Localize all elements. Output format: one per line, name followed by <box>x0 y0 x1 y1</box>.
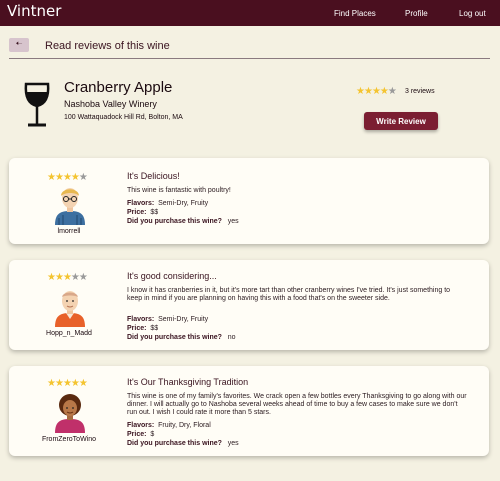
divider <box>9 58 490 59</box>
avatar <box>55 394 85 433</box>
review-flavors: Flavors: Fruity, Dry, Floral <box>127 422 211 429</box>
star-icon: ★ <box>379 86 389 97</box>
reviews-count: 3 reviews <box>405 88 435 95</box>
avatar <box>55 291 85 327</box>
price-value: $ <box>150 431 155 438</box>
review-body: This wine is fantastic with poultry! <box>127 187 231 194</box>
review-price: Price: $ <box>127 431 154 438</box>
nav-find-places[interactable]: Find Places <box>334 9 376 18</box>
wine-glass-icon <box>24 82 50 127</box>
review-purchased: Did you purchase this wine? yes <box>127 440 239 447</box>
write-review-button[interactable]: Write Review <box>364 112 438 130</box>
review-price: Price: $$ <box>127 325 158 332</box>
avatar <box>55 188 85 225</box>
star-icon: ★ <box>387 86 397 97</box>
top-nav-bar: Vintner Find Places Profile Log out <box>0 0 500 26</box>
back-button[interactable]: 🠠 <box>9 38 29 52</box>
review-body: I know it has cranberries in it, but it'… <box>127 287 451 302</box>
star-icon: ★ <box>62 378 72 389</box>
brand-logo[interactable]: Vintner <box>7 2 61 20</box>
review-title: It's Delicious! <box>127 171 180 181</box>
purchased-label: Did you purchase this wine? <box>127 218 222 225</box>
review-rating-stars: ★★★★★ <box>47 378 88 389</box>
price-label: Price: <box>127 209 147 216</box>
purchased-value: yes <box>227 218 239 225</box>
review-username[interactable]: lmorrell <box>9 228 129 235</box>
review-price: Price: $$ <box>127 209 158 216</box>
arrow-left-icon: 🠠 <box>15 39 23 48</box>
review-purchased: Did you purchase this wine? no <box>127 334 236 341</box>
star-icon: ★ <box>62 172 72 183</box>
review-card: ★★★★★ lmorrell It's Delicious! This wine… <box>9 158 489 244</box>
review-body: This wine is one of my family's favorite… <box>127 393 467 416</box>
star-icon: ★ <box>371 86 381 97</box>
star-icon: ★ <box>78 172 88 183</box>
review-card: ★★★★★ Hopp_n_Madd It's good considering.… <box>9 260 489 350</box>
review-username[interactable]: FromZeroToWino <box>9 436 129 443</box>
star-icon: ★ <box>47 272 56 283</box>
price-label: Price: <box>127 431 147 438</box>
review-rating-stars: ★★★★★ <box>47 272 88 283</box>
flavors-value: Semi-Dry, Fruity <box>158 316 209 323</box>
star-icon: ★ <box>363 86 373 97</box>
purchased-label: Did you purchase this wine? <box>127 334 222 341</box>
review-username[interactable]: Hopp_n_Madd <box>9 330 129 337</box>
star-icon: ★ <box>356 86 365 97</box>
purchased-value: no <box>227 334 236 341</box>
star-icon: ★ <box>54 172 64 183</box>
winery-address: 100 Wattaquadock Hill Rd, Bolton, MA <box>64 114 183 121</box>
star-icon: ★ <box>54 272 64 283</box>
flavors-label: Flavors: <box>127 316 155 323</box>
review-title: It's good considering... <box>127 271 217 281</box>
price-value: $$ <box>150 209 159 216</box>
star-icon: ★ <box>62 272 72 283</box>
price-label: Price: <box>127 325 147 332</box>
review-card: ★★★★★ FromZeroToWino It's Our Thanksgivi… <box>9 366 489 456</box>
purchased-value: yes <box>227 440 239 447</box>
star-icon: ★ <box>70 272 80 283</box>
review-rating-stars: ★★★★★ <box>47 172 88 183</box>
wine-name: Cranberry Apple <box>64 79 173 96</box>
review-flavors: Flavors: Semi-Dry, Fruity <box>127 316 208 323</box>
star-icon: ★ <box>78 272 88 283</box>
price-value: $$ <box>150 325 159 332</box>
review-purchased: Did you purchase this wine? yes <box>127 218 239 225</box>
review-flavors: Flavors: Semi-Dry, Fruity <box>127 200 208 207</box>
star-icon: ★ <box>70 172 80 183</box>
nav-profile[interactable]: Profile <box>405 9 428 18</box>
flavors-label: Flavors: <box>127 422 155 429</box>
star-icon: ★ <box>47 172 56 183</box>
star-icon: ★ <box>54 378 64 389</box>
flavors-value: Fruity, Dry, Floral <box>158 422 211 429</box>
purchased-label: Did you purchase this wine? <box>127 440 222 447</box>
flavors-label: Flavors: <box>127 200 155 207</box>
nav-logout[interactable]: Log out <box>459 9 486 18</box>
winery-name: Nashoba Valley Winery <box>64 99 157 109</box>
star-icon: ★ <box>47 378 56 389</box>
flavors-value: Semi-Dry, Fruity <box>158 200 209 207</box>
star-icon: ★ <box>70 378 80 389</box>
page-label: Read reviews of this wine <box>45 40 170 52</box>
review-title: It's Our Thanksgiving Tradition <box>127 377 249 387</box>
average-rating-stars: ★★★★★ <box>356 86 397 97</box>
star-icon: ★ <box>78 378 88 389</box>
